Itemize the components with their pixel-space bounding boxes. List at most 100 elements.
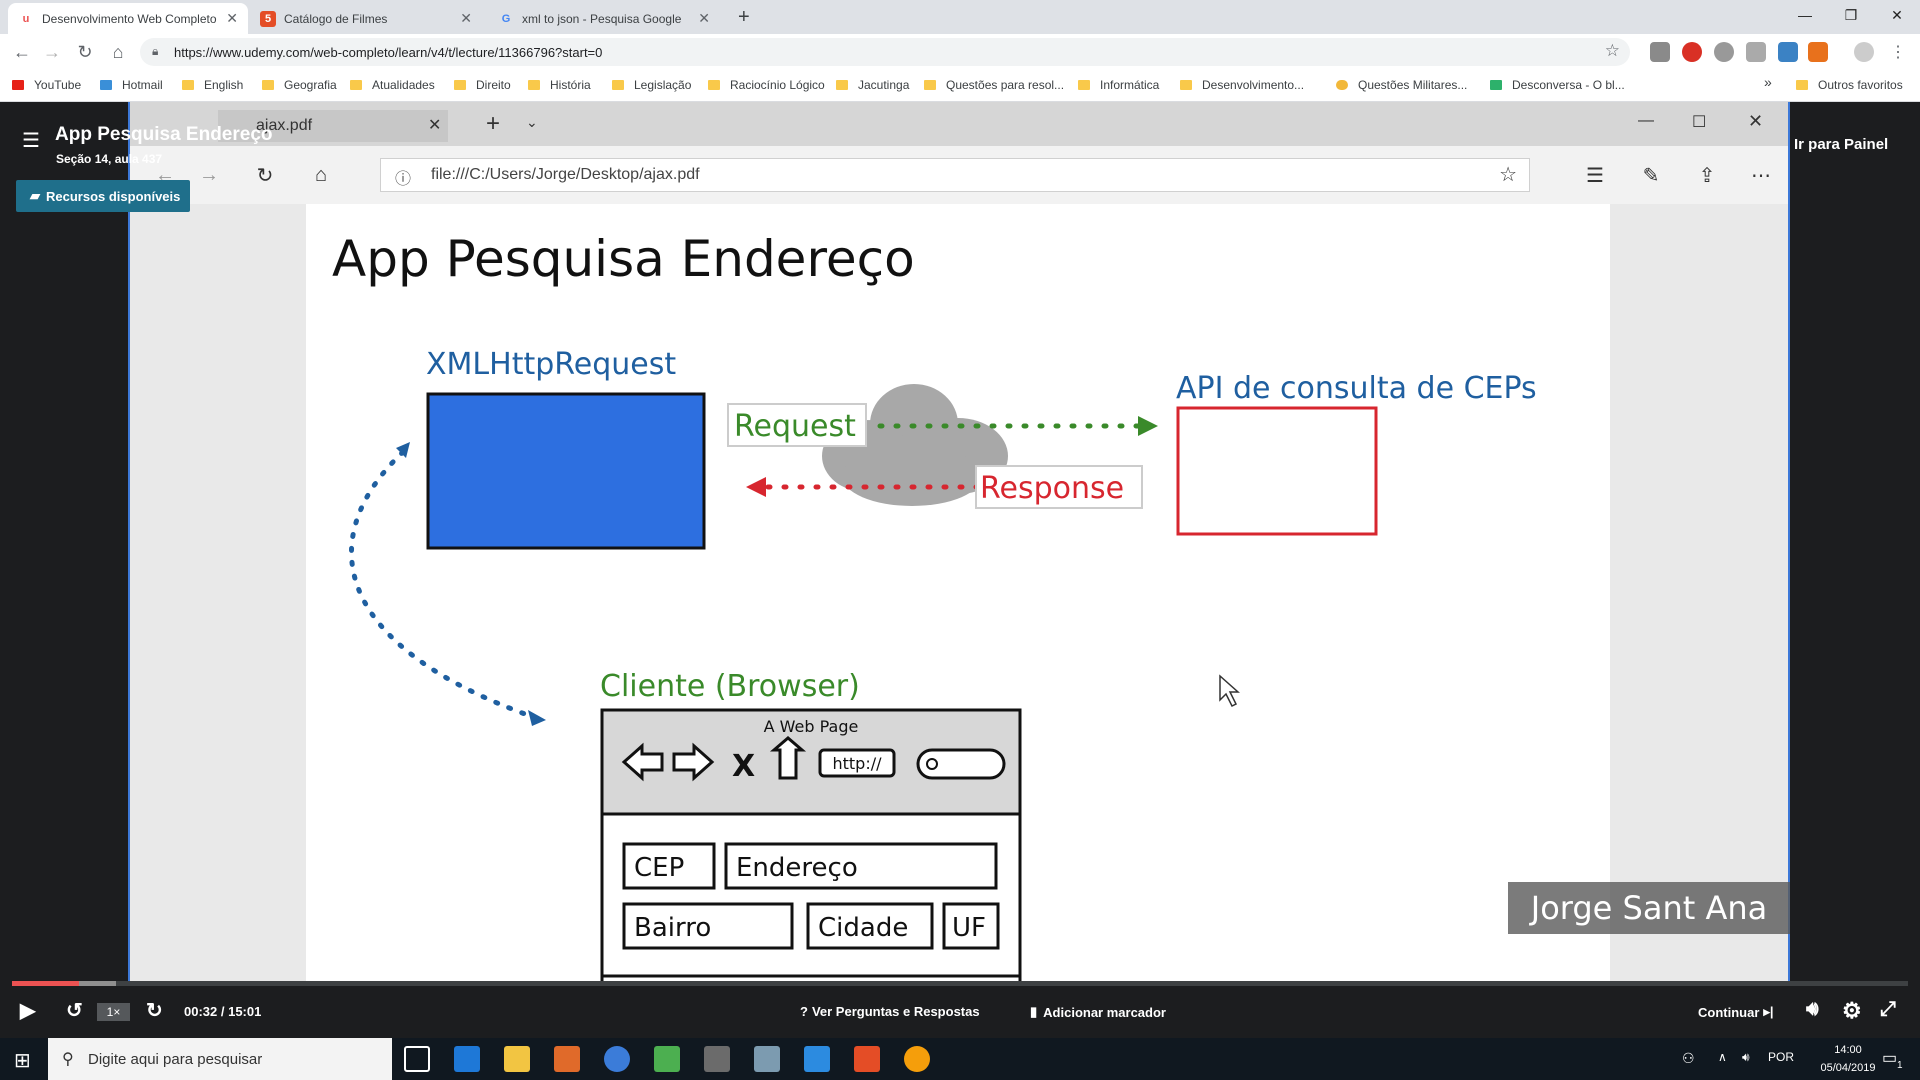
pen-extension-icon[interactable] xyxy=(1778,42,1798,62)
html5-app-icon[interactable] xyxy=(854,1046,880,1072)
adblock-extension-icon[interactable] xyxy=(1682,42,1702,62)
bookmark-item[interactable]: História xyxy=(528,75,591,95)
restore-button[interactable]: ❐ xyxy=(1828,0,1874,30)
play-icon[interactable]: ▶ xyxy=(20,998,35,1023)
taskbar-search[interactable]: ⚲ Digite aqui para pesquisar xyxy=(48,1038,392,1080)
bookmark-item[interactable]: Hotmail xyxy=(100,75,163,95)
reload-icon[interactable]: ↻ xyxy=(73,40,97,64)
tab-catalogo[interactable]: 5 Catálogo de Filmes ✕ xyxy=(250,3,482,34)
folder-icon xyxy=(836,80,848,90)
bookmark-label: Adicionar marcador xyxy=(1043,1004,1166,1020)
slide-title: App Pesquisa Endereço xyxy=(332,230,915,288)
bookmark-item[interactable]: Desconversa - O bl... xyxy=(1490,75,1625,95)
bookmark-label: Geografia xyxy=(284,78,337,92)
forward-icon[interactable]: → xyxy=(40,40,64,64)
pen-icon: ✎ xyxy=(1642,164,1660,187)
minimize-button[interactable]: — xyxy=(1782,0,1828,30)
close-icon: ✕ xyxy=(428,117,442,134)
client-label: Cliente (Browser) xyxy=(600,669,860,704)
speaker-icon[interactable]: 🔊︎ xyxy=(1742,1050,1750,1065)
rewind-icon[interactable]: ↺ xyxy=(66,998,83,1023)
bookmark-label: História xyxy=(550,78,591,92)
star-icon[interactable]: ☆ xyxy=(1605,41,1620,61)
mock-url-text: http:// xyxy=(832,754,882,773)
bookmark-item[interactable]: Legislação xyxy=(612,75,691,95)
bookmark-item[interactable]: Direito xyxy=(454,75,511,95)
download-extension-icon[interactable] xyxy=(1650,42,1670,62)
bookmark-label: Raciocínio Lógico xyxy=(730,78,825,92)
field-label: UF xyxy=(952,913,986,943)
chevron-down-icon: ⌄ xyxy=(526,114,538,130)
back-icon[interactable]: ← xyxy=(10,40,34,64)
clock-date[interactable]: 05/04/2019 xyxy=(1814,1062,1882,1074)
bookmark-item[interactable]: English xyxy=(182,75,243,95)
reload-icon: ↻ xyxy=(256,164,274,187)
share-icon: ⇪ xyxy=(1698,164,1716,187)
dashboard-link[interactable]: Ir para Painel xyxy=(1794,136,1888,153)
bookmark-item[interactable]: Jacutinga xyxy=(836,75,909,95)
folder-icon xyxy=(454,80,466,90)
qa-label: Ver Perguntas e Respostas xyxy=(811,1004,980,1019)
language-indicator[interactable]: POR xyxy=(1768,1050,1794,1064)
xampp-icon[interactable] xyxy=(904,1046,930,1072)
file-explorer-icon[interactable] xyxy=(504,1046,530,1072)
bookmark-item[interactable]: Questões Militares... xyxy=(1336,75,1467,95)
bookmark-item[interactable]: Geografia xyxy=(262,75,337,95)
fullscreen-icon[interactable]: ⤢ xyxy=(1880,998,1896,1021)
web-page-mockup: A Web Page X http:// CEP Endereço Bairro… xyxy=(600,708,1022,1012)
new-tab-button[interactable]: + xyxy=(738,6,750,29)
media-player-icon[interactable] xyxy=(554,1046,580,1072)
qa-button[interactable]: ? Ver Perguntas e Respostas xyxy=(800,1004,980,1019)
bookmark-item[interactable]: Atualidades xyxy=(350,75,435,95)
close-tab-icon[interactable]: ✕ xyxy=(226,10,238,27)
close-tab-icon[interactable]: ✕ xyxy=(698,10,710,27)
vscode-icon[interactable] xyxy=(804,1046,830,1072)
pdf-slide: App Pesquisa Endereço XMLHttpRequest API… xyxy=(306,204,1610,1034)
folder-icon xyxy=(182,80,194,90)
add-bookmark-button[interactable]: ▮ Adicionar marcador xyxy=(1030,1004,1166,1020)
folder-icon: ▰ xyxy=(30,188,40,203)
lecture-section: Seção 14, aula 437 xyxy=(56,152,163,166)
address-bar[interactable]: 🔒︎ https://www.udemy.com/web-completo/le… xyxy=(140,38,1630,66)
task-view-icon[interactable] xyxy=(404,1046,430,1072)
close-window-button[interactable]: ✕ xyxy=(1874,0,1920,30)
windows-start-icon[interactable]: ⊞ xyxy=(14,1048,31,1073)
settings-gear-icon[interactable]: ⚙ xyxy=(1842,998,1862,1024)
profile-avatar-icon[interactable] xyxy=(1854,42,1874,62)
tab-udemy[interactable]: u Desenvolvimento Web Completo ✕ xyxy=(8,3,248,34)
edge-browser-icon[interactable] xyxy=(454,1046,480,1072)
tab-google[interactable]: G xml to json - Pesquisa Google ✕ xyxy=(488,3,720,34)
home-icon[interactable]: ⌂ xyxy=(106,40,130,64)
extension-icon[interactable] xyxy=(1808,42,1828,62)
bookmark-item[interactable]: Desenvolvimento... xyxy=(1180,75,1304,95)
bookmark-item[interactable]: YouTube xyxy=(12,75,81,95)
resources-button[interactable]: ▰ Recursos disponíveis xyxy=(16,180,191,212)
calculator-icon[interactable] xyxy=(704,1046,730,1072)
tray-chevron-icon[interactable]: ∧ xyxy=(1718,1050,1727,1064)
bookmark-item[interactable]: Questões para resol... xyxy=(924,75,1064,95)
volume-icon[interactable]: 🔊︎ xyxy=(1806,998,1819,1021)
playback-speed-button[interactable]: 1× xyxy=(97,1003,130,1021)
forward-icon[interactable]: ↻ xyxy=(146,998,163,1023)
clock-time[interactable]: 14:00 xyxy=(1818,1044,1878,1056)
notepad-icon[interactable] xyxy=(654,1046,680,1072)
menu-kebab-icon[interactable]: ⋮ xyxy=(1890,42,1906,62)
other-bookmarks[interactable]: Outros favoritos xyxy=(1796,75,1903,95)
bookmarks-overflow-icon[interactable]: » xyxy=(1764,74,1772,90)
extension-icon[interactable] xyxy=(1714,42,1734,62)
forward-icon: → xyxy=(199,163,219,186)
notifications-icon[interactable]: ▭ xyxy=(1882,1048,1897,1068)
search-placeholder: Digite aqui para pesquisar xyxy=(88,1050,263,1068)
bookmark-item[interactable]: Raciocínio Lógico xyxy=(708,75,825,95)
mock-search-box xyxy=(916,748,1006,780)
chrome-icon[interactable] xyxy=(604,1046,630,1072)
lock-icon: 🔒︎ xyxy=(152,44,159,58)
hamburger-menu-icon[interactable]: ☰ xyxy=(22,128,40,153)
bookmark-label: Jacutinga xyxy=(858,78,910,92)
people-icon[interactable]: ⚇ xyxy=(1682,1050,1695,1067)
camera-extension-icon[interactable] xyxy=(1746,42,1766,62)
continue-button[interactable]: Continuar ▸| xyxy=(1698,1004,1774,1020)
app-icon[interactable] xyxy=(754,1046,780,1072)
bookmark-item[interactable]: Informática xyxy=(1078,75,1159,95)
close-tab-icon[interactable]: ✕ xyxy=(460,10,472,27)
